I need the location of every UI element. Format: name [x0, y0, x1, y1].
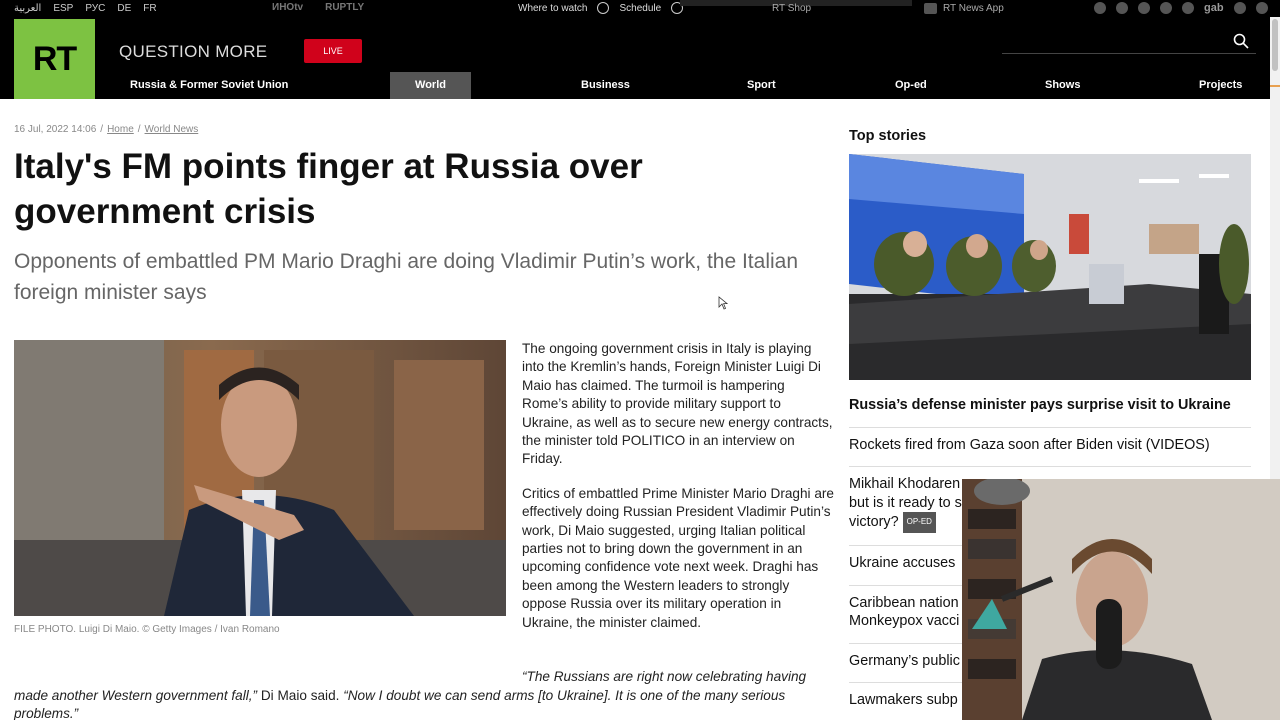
article-paragraph: The ongoing government crisis in Italy i… — [522, 341, 833, 467]
article-paragraph: Critics of embattled Prime Minister Mari… — [522, 485, 834, 630]
lang-rus[interactable]: РУС — [85, 3, 105, 14]
photo-caption: FILE PHOTO. Luigi Di Maio. © Getty Image… — [14, 624, 280, 635]
nav-op-ed[interactable]: Op-ed — [884, 72, 938, 99]
op-ed-badge: OP-ED — [902, 512, 936, 533]
close-icon[interactable] — [1255, 2, 1268, 14]
play-icon — [597, 2, 610, 14]
webcam-overlay — [962, 479, 1280, 720]
lang-de[interactable]: DE — [117, 3, 131, 14]
scrollbar-thumb[interactable] — [1272, 19, 1278, 71]
article-subtitle: Opponents of embattled PM Mario Draghi a… — [14, 250, 799, 304]
telegram-icon[interactable] — [1094, 2, 1106, 14]
lang-esp[interactable]: ESP — [53, 3, 73, 14]
article-title: Italy's FM points finger at Russia over … — [14, 147, 643, 231]
article-body: The ongoing government crisis in Italy i… — [522, 340, 834, 648]
story-illustration — [849, 154, 1251, 380]
language-links: العربية ESP РУС DE FR — [14, 3, 157, 14]
brand-ruptly[interactable]: RUPTLY — [325, 2, 364, 13]
vk-icon[interactable] — [1160, 2, 1172, 14]
social-links: gab — [1094, 2, 1268, 14]
site-header: RT QUESTION MORE LIVE Russia & Former So… — [0, 17, 1270, 118]
nav-business[interactable]: Business — [570, 72, 641, 99]
news-app-link[interactable]: RT News App — [924, 3, 1004, 14]
nav-shows[interactable]: Shows — [1034, 72, 1091, 99]
ok-icon[interactable] — [1182, 2, 1194, 14]
nav-sport[interactable]: Sport — [736, 72, 787, 99]
schedule-link[interactable]: Schedule — [619, 3, 661, 14]
search-input[interactable] — [1002, 53, 1256, 54]
gab-link[interactable]: gab — [1204, 2, 1224, 14]
top-story-image[interactable] — [849, 154, 1251, 380]
news-app-label: RT News App — [943, 3, 1004, 14]
nav-world-news[interactable]: World News — [390, 72, 471, 118]
rss-icon[interactable] — [1116, 2, 1128, 14]
live-button[interactable]: LIVE — [304, 39, 362, 63]
app-icon — [924, 3, 937, 14]
nav-russia[interactable]: Russia & Former Soviet Union — [119, 72, 299, 99]
top-strip: العربية ESP РУС DE FR ИНОtv RUPTLY Where… — [0, 0, 1280, 17]
article-photo — [14, 340, 506, 616]
article-quote: “The Russians are right now celebrating … — [14, 668, 834, 720]
breadcrumb-separator: / — [137, 124, 141, 135]
quote-attribution: Di Maio said. — [257, 687, 344, 703]
slogan: QUESTION MORE — [119, 42, 268, 61]
breadcrumb-separator: / — [100, 124, 104, 135]
nav-projects[interactable]: Projects — [1188, 72, 1253, 99]
mouse-cursor — [718, 296, 728, 310]
breadcrumb-home[interactable]: Home — [107, 124, 134, 135]
story-link[interactable]: Russia’s defense minister pays surprise … — [849, 388, 1251, 428]
lang-fr[interactable]: FR — [143, 3, 156, 14]
brand-inotv[interactable]: ИНОtv — [272, 2, 303, 13]
webcam-illustration — [962, 479, 1280, 720]
lang-arabic[interactable]: العربية — [14, 3, 41, 14]
story-link[interactable]: Rockets fired from Gaza soon after Biden… — [849, 428, 1251, 468]
where-to-watch-link[interactable]: Where to watch — [518, 3, 587, 14]
odysee-icon[interactable] — [1233, 2, 1246, 14]
scroll-marker — [1270, 85, 1280, 115]
brand-links: ИНОtv RUPTLY — [272, 2, 364, 13]
rt-shop-link[interactable]: RT Shop — [772, 3, 811, 14]
story-title-line: victory? — [849, 514, 899, 531]
search-icon[interactable] — [1233, 33, 1249, 49]
breadcrumb-section[interactable]: World News — [145, 124, 199, 135]
article-meta: 16 Jul, 2022 14:06 / Home / World News — [14, 124, 198, 135]
photo-illustration — [14, 340, 506, 616]
article-date: 16 Jul, 2022 14:06 — [14, 124, 97, 135]
watch-links: Where to watch Schedule — [518, 2, 684, 14]
top-stories-heading: Top stories — [849, 128, 927, 144]
main-nav: Russia & Former Soviet Union World News … — [0, 72, 1270, 118]
twitter-icon[interactable] — [1138, 2, 1150, 14]
